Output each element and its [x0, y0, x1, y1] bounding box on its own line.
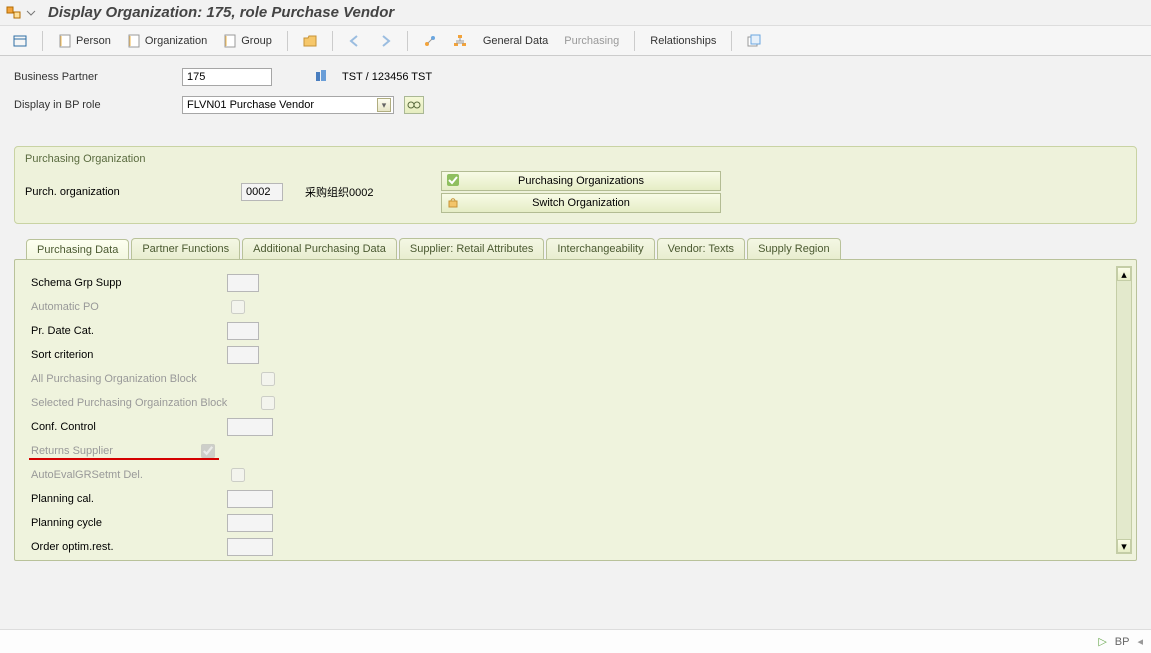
role-select[interactable]: FLVN01 Purchase Vendor ▾ [182, 96, 394, 114]
content-area: Business Partner TST / 123456 TST Displa… [0, 56, 1151, 571]
purchasing-button-disabled: Purchasing [559, 32, 624, 50]
extra-icon[interactable] [742, 31, 766, 51]
building-icon [314, 69, 328, 86]
schema-grp-label: Schema Grp Supp [27, 277, 227, 289]
order-optim-label: Order optim.rest. [27, 541, 227, 553]
autoeval-label: AutoEvalGRSetmt Del. [27, 469, 227, 481]
chevron-down-icon[interactable]: ▾ [377, 98, 391, 112]
plan-cycle-input[interactable] [227, 514, 273, 532]
relationships-label: Relationships [650, 35, 716, 47]
search-button[interactable] [404, 96, 424, 114]
tabs-row: Purchasing Data Partner Functions Additi… [14, 238, 1137, 259]
switch-org-button[interactable]: Switch Organization [441, 193, 721, 213]
btn2-label: Switch Organization [532, 197, 630, 209]
check-icon [446, 173, 460, 190]
conf-ctrl-input[interactable] [227, 418, 273, 436]
separator [731, 31, 732, 51]
pr-date-label: Pr. Date Cat. [27, 325, 227, 337]
bp-description: TST / 123456 TST [342, 71, 432, 83]
tab-supply-region[interactable]: Supply Region [747, 238, 841, 259]
separator [287, 31, 288, 51]
organization-button[interactable]: Organization [122, 31, 212, 51]
tab-pane: Schema Grp Supp Automatic PO Pr. Date Ca… [14, 259, 1137, 561]
general-data-button[interactable]: General Data [478, 32, 553, 50]
title-bar: Display Organization: 175, role Purchase… [0, 0, 1151, 26]
pr-date-input[interactable] [227, 322, 259, 340]
status-play-icon[interactable]: ▷ [1098, 635, 1106, 648]
autoeval-checkbox [231, 468, 245, 482]
separator [634, 31, 635, 51]
app-menu-icon[interactable] [6, 5, 22, 21]
scroll-down-icon[interactable]: ▾ [1117, 539, 1131, 553]
tab-interchangeability[interactable]: Interchangeability [546, 238, 654, 259]
plan-cycle-label: Planning cycle [27, 517, 227, 529]
group-label: Group [241, 35, 272, 47]
open-icon[interactable] [298, 31, 322, 51]
relationships-button[interactable]: Relationships [645, 32, 721, 50]
auto-po-checkbox [231, 300, 245, 314]
main-toolbar: Person Organization Group General Data P… [0, 26, 1151, 56]
group-button[interactable]: Group [218, 31, 277, 51]
form-grid: Schema Grp Supp Automatic PO Pr. Date Ca… [27, 272, 477, 558]
conf-ctrl-label: Conf. Control [27, 421, 227, 433]
general-data-label: General Data [483, 35, 548, 47]
auto-po-label: Automatic PO [27, 301, 227, 313]
plan-cal-input[interactable] [227, 490, 273, 508]
purch-org-label: Purch. organization [25, 186, 225, 198]
person-label: Person [76, 35, 111, 47]
separator [42, 31, 43, 51]
tab-partner-functions[interactable]: Partner Functions [131, 238, 240, 259]
separator [332, 31, 333, 51]
bp-input[interactable] [182, 68, 272, 86]
sel-block-checkbox [261, 396, 275, 410]
sort-label: Sort criterion [27, 349, 227, 361]
panel-header: Purchasing Organization [15, 151, 1136, 171]
all-block-checkbox [261, 372, 275, 386]
purchasing-orgs-button[interactable]: Purchasing Organizations [441, 171, 721, 191]
returns-checkbox [201, 444, 215, 458]
page-title: Display Organization: 175, role Purchase… [48, 4, 394, 21]
footer: ▷ BP ◂ [0, 629, 1151, 653]
plan-cal-label: Planning cal. [27, 493, 227, 505]
forward-icon[interactable] [373, 31, 397, 51]
scroll-up-icon[interactable]: ▴ [1117, 267, 1131, 281]
purch-org-panel: Purchasing Organization Purch. organizat… [14, 146, 1137, 224]
highlight-underline [29, 458, 219, 460]
sort-input[interactable] [227, 346, 259, 364]
toggle-icon[interactable] [8, 31, 32, 51]
back-icon[interactable] [343, 31, 367, 51]
role-value: FLVN01 Purchase Vendor [187, 99, 314, 111]
check-icon[interactable] [418, 31, 442, 51]
bp-label: Business Partner [14, 71, 174, 83]
purchasing-label: Purchasing [564, 35, 619, 47]
returns-label: Returns Supplier [27, 445, 197, 457]
tab-supplier-retail[interactable]: Supplier: Retail Attributes [399, 238, 545, 259]
order-optim-input[interactable] [227, 538, 273, 556]
all-block-label: All Purchasing Organization Block [27, 373, 257, 385]
role-label: Display in BP role [14, 99, 174, 111]
btn1-label: Purchasing Organizations [518, 175, 644, 187]
tab-purchasing-data[interactable]: Purchasing Data [26, 239, 129, 260]
tab-vendor-texts[interactable]: Vendor: Texts [657, 238, 745, 259]
sel-block-label: Selected Purchasing Orgainzation Block [27, 397, 257, 409]
purch-org-value[interactable]: 0002 [241, 183, 283, 201]
person-button[interactable]: Person [53, 31, 116, 51]
schema-grp-input[interactable] [227, 274, 259, 292]
organization-label: Organization [145, 35, 207, 47]
lock-icon [446, 195, 460, 212]
separator [407, 31, 408, 51]
dropdown-icon[interactable] [26, 5, 36, 21]
scrollbar[interactable]: ▴ ▾ [1116, 266, 1132, 554]
footer-bp-label: BP [1115, 636, 1130, 648]
tabs-area: Purchasing Data Partner Functions Additi… [14, 238, 1137, 561]
hierarchy-icon[interactable] [448, 31, 472, 51]
footer-caret-icon[interactable]: ◂ [1137, 635, 1143, 648]
purch-org-desc: 采购组织0002 [305, 184, 425, 200]
tab-additional-purchasing[interactable]: Additional Purchasing Data [242, 238, 397, 259]
